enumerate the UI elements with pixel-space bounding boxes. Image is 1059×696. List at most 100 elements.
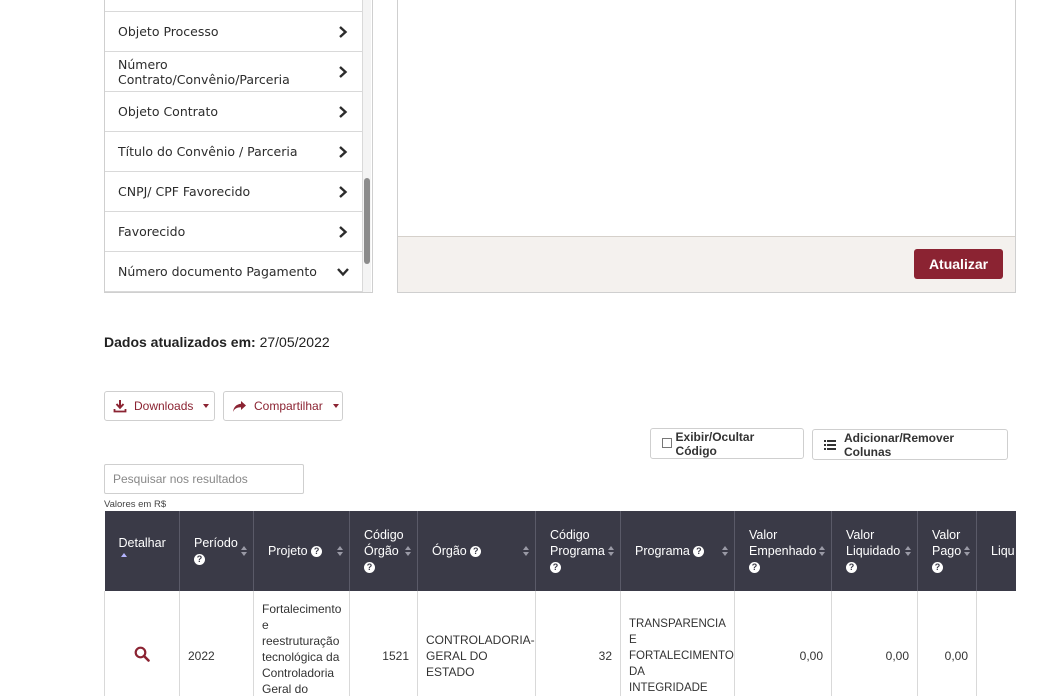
sort-icon bbox=[905, 546, 911, 556]
cell-orgao: CONTROLADORIA-GERAL DO ESTADO bbox=[417, 591, 536, 696]
filter-panel: Objeto Processo Número Contrato/Convênio… bbox=[104, 0, 373, 293]
results-footer: Atualizar bbox=[398, 236, 1015, 292]
filter-item-label: Número documento Pagamento bbox=[118, 264, 317, 279]
filter-item-label: Número Contrato/Convênio/Parceria bbox=[118, 56, 290, 87]
filter-item-cnpj-cpf[interactable]: CNPJ/ CPF Favorecido bbox=[105, 172, 363, 212]
chevron-right-icon bbox=[336, 145, 350, 159]
column-header-valor-liquidado[interactable]: Valor Liquidado? bbox=[831, 511, 918, 591]
chevron-right-icon bbox=[336, 225, 350, 239]
column-header-codigo-programa[interactable]: Código Programa? bbox=[535, 511, 621, 591]
sort-icon bbox=[608, 546, 614, 556]
sort-icon bbox=[405, 546, 411, 556]
share-button[interactable]: Compartilhar bbox=[223, 391, 343, 421]
column-header-liquido[interactable]: Liqu bbox=[976, 511, 1016, 591]
help-icon[interactable]: ? bbox=[749, 562, 760, 573]
header-label: Órgão bbox=[364, 544, 399, 558]
cell-projeto: Fortalecimento e reestruturação tecnológ… bbox=[253, 591, 350, 696]
downloads-label: Downloads bbox=[134, 399, 194, 413]
toggle-code-button[interactable]: Exibir/Ocultar Código bbox=[650, 428, 804, 459]
column-header-detalhar[interactable]: Detalhar bbox=[104, 511, 180, 591]
header-label: Período bbox=[194, 536, 238, 550]
filter-item[interactable] bbox=[105, 0, 363, 12]
filter-item-favorecido[interactable]: Favorecido bbox=[105, 212, 363, 252]
filter-list: Objeto Processo Número Contrato/Convênio… bbox=[105, 0, 363, 292]
sort-icon bbox=[819, 546, 825, 556]
chevron-down-icon bbox=[336, 265, 350, 279]
header-label: Código bbox=[364, 528, 404, 542]
list-icon bbox=[824, 439, 836, 450]
sort-icon bbox=[722, 546, 728, 556]
table-header-row: Detalhar Período? Projeto ? Código Órgão?… bbox=[104, 511, 1016, 591]
help-icon[interactable]: ? bbox=[932, 562, 943, 573]
header-label: Código bbox=[550, 528, 590, 542]
caret-down-icon bbox=[203, 404, 210, 408]
currency-note: Valores em R$ bbox=[104, 499, 167, 510]
column-header-codigo-orgao[interactable]: Código Órgão? bbox=[349, 511, 418, 591]
column-header-valor-empenhado[interactable]: Valor Empenhado? bbox=[734, 511, 832, 591]
chevron-right-icon bbox=[336, 65, 350, 79]
filter-item-numero-contrato[interactable]: Número Contrato/Convênio/Parceria bbox=[105, 52, 363, 92]
scrollbar[interactable] bbox=[363, 0, 371, 292]
table-row: 2022 Fortalecimento e reestruturação tec… bbox=[104, 591, 1016, 696]
filter-item-objeto-processo[interactable]: Objeto Processo bbox=[105, 12, 363, 52]
results-panel: Atualizar bbox=[397, 0, 1016, 293]
columns-button[interactable]: Adicionar/Remover Colunas bbox=[812, 429, 1008, 460]
filter-item-label: Objeto Processo bbox=[118, 24, 219, 39]
cell-codigo-orgao: 1521 bbox=[349, 591, 418, 696]
column-header-orgao[interactable]: Órgão ? bbox=[417, 511, 536, 591]
help-icon[interactable]: ? bbox=[693, 546, 705, 557]
filter-item-label: Favorecido bbox=[118, 224, 186, 239]
column-header-valor-pago[interactable]: Valor Pago? bbox=[917, 511, 977, 591]
search-input[interactable] bbox=[104, 464, 304, 494]
detail-cell bbox=[104, 591, 180, 696]
help-icon[interactable]: ? bbox=[470, 546, 482, 557]
chevron-right-icon bbox=[336, 25, 350, 39]
cell-programa: TRANSPARENCIA E FORTALECIMENTO DA INTEGR… bbox=[620, 591, 735, 696]
update-label: Dados atualizados em: bbox=[104, 334, 256, 350]
cell-liquido bbox=[976, 591, 1016, 696]
filter-item-titulo-convenio[interactable]: Título do Convênio / Parceria bbox=[105, 132, 363, 172]
sort-icon bbox=[337, 546, 343, 556]
filter-item-label: CNPJ/ CPF Favorecido bbox=[118, 184, 251, 199]
download-icon bbox=[113, 399, 127, 413]
filter-item-label: Objeto Contrato bbox=[118, 104, 219, 119]
header-label: Liqu bbox=[991, 544, 1015, 558]
help-icon[interactable]: ? bbox=[550, 562, 561, 573]
cell-codigo-programa: 32 bbox=[535, 591, 621, 696]
columns-label: Adicionar/Remover Colunas bbox=[844, 430, 955, 459]
cell-valor-liquidado: 0,00 bbox=[831, 591, 918, 696]
toggle-code-label: Exibir/Ocultar Código bbox=[675, 429, 755, 458]
column-header-periodo[interactable]: Período? bbox=[179, 511, 254, 591]
filter-item-label: Título do Convênio / Parceria bbox=[118, 144, 298, 159]
sort-icon bbox=[964, 546, 970, 556]
checkbox-icon[interactable] bbox=[662, 437, 672, 448]
header-label: Liquidado bbox=[846, 544, 901, 558]
column-header-programa[interactable]: Programa ? bbox=[620, 511, 735, 591]
help-icon[interactable]: ? bbox=[311, 546, 323, 557]
downloads-button[interactable]: Downloads bbox=[104, 391, 215, 421]
results-table: Detalhar Período? Projeto ? Código Órgão?… bbox=[104, 511, 1016, 696]
header-label: Valor bbox=[932, 528, 961, 542]
cell-valor-empenhado: 0,00 bbox=[734, 591, 832, 696]
filter-item-numero-documento[interactable]: Número documento Pagamento bbox=[105, 252, 363, 292]
caret-down-icon bbox=[332, 404, 339, 408]
help-icon[interactable]: ? bbox=[194, 554, 205, 565]
help-icon[interactable]: ? bbox=[364, 562, 375, 573]
refresh-button[interactable]: Atualizar bbox=[914, 249, 1003, 279]
search-icon[interactable] bbox=[134, 646, 150, 663]
sort-asc-icon bbox=[120, 553, 127, 557]
header-label: Valor bbox=[749, 528, 778, 542]
update-info: Dados atualizados em: 27/05/2022 bbox=[104, 334, 330, 350]
share-label: Compartilhar bbox=[254, 399, 323, 413]
header-label: Empenhado bbox=[749, 544, 817, 558]
filter-item-objeto-contrato[interactable]: Objeto Contrato bbox=[105, 92, 363, 132]
column-header-projeto[interactable]: Projeto ? bbox=[253, 511, 350, 591]
header-label: Pago bbox=[932, 544, 962, 558]
scrollbar-thumb[interactable] bbox=[364, 178, 370, 264]
cell-valor-pago: 0,00 bbox=[917, 591, 977, 696]
header-label: Programa bbox=[635, 544, 690, 558]
header-label: Programa bbox=[550, 544, 605, 558]
sort-icon bbox=[523, 546, 529, 556]
help-icon[interactable]: ? bbox=[846, 562, 857, 573]
cell-periodo: 2022 bbox=[179, 591, 254, 696]
